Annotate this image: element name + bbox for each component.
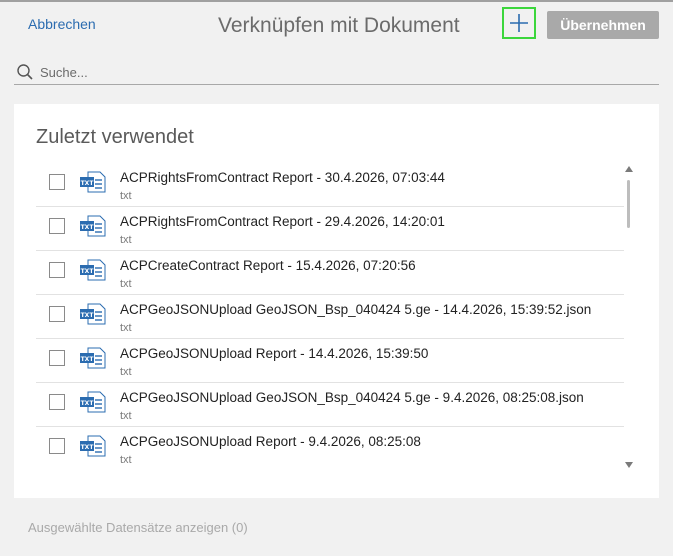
- search-bar: [14, 60, 659, 85]
- svg-text:TXT: TXT: [81, 444, 95, 451]
- item-title: ACPRightsFromContract Report - 30.4.2026…: [120, 170, 445, 185]
- top-divider: [0, 0, 673, 2]
- item-type: txt: [120, 410, 132, 422]
- item-title: ACPGeoJSONUpload GeoJSON_Bsp_040424 5.ge…: [120, 302, 592, 317]
- row-checkbox[interactable]: [49, 438, 65, 454]
- plus-icon: [510, 14, 528, 32]
- list-item[interactable]: TXT ACPRightsFromContract Report - 30.4.…: [36, 163, 624, 207]
- item-title: ACPCreateContract Report - 15.4.2026, 07…: [120, 258, 416, 273]
- txt-file-icon: TXT: [80, 347, 106, 369]
- txt-file-icon: TXT: [80, 303, 106, 325]
- item-type: txt: [120, 278, 132, 290]
- recent-panel: Zuletzt verwendet TXT ACPRightsFromContr…: [14, 104, 659, 498]
- txt-file-icon: TXT: [80, 259, 106, 281]
- svg-text:TXT: TXT: [81, 224, 95, 231]
- txt-file-icon: TXT: [80, 391, 106, 413]
- list-item[interactable]: TXT ACPGeoJSONUpload Report - 9.4.2026, …: [36, 427, 624, 471]
- txt-file-icon: TXT: [80, 215, 106, 237]
- section-title: Zuletzt verwendet: [36, 126, 194, 148]
- add-button[interactable]: [502, 7, 536, 39]
- txt-file-icon: TXT: [80, 435, 106, 457]
- txt-file-icon: TXT: [80, 171, 106, 193]
- list-item[interactable]: TXT ACPGeoJSONUpload Report - 14.4.2026,…: [36, 339, 624, 383]
- list-item[interactable]: TXT ACPGeoJSONUpload GeoJSON_Bsp_040424 …: [36, 295, 624, 339]
- scrollbar-thumb[interactable]: [627, 180, 630, 228]
- item-title: ACPGeoJSONUpload Report - 9.4.2026, 08:2…: [120, 434, 421, 449]
- dialog-title: Verknüpfen mit Dokument: [218, 14, 460, 37]
- item-title: ACPGeoJSONUpload Report - 14.4.2026, 15:…: [120, 346, 429, 361]
- row-checkbox[interactable]: [49, 394, 65, 410]
- scroll-up-arrow-icon[interactable]: [625, 166, 633, 172]
- list-item[interactable]: TXT ACPGeoJSONUpload GeoJSON_Bsp_040424 …: [36, 383, 624, 427]
- row-checkbox[interactable]: [49, 262, 65, 278]
- svg-text:TXT: TXT: [81, 356, 95, 363]
- svg-text:TXT: TXT: [81, 400, 95, 407]
- item-type: txt: [120, 234, 132, 246]
- item-type: txt: [120, 190, 132, 202]
- item-type: txt: [120, 366, 132, 378]
- item-title: ACPRightsFromContract Report - 29.4.2026…: [120, 214, 445, 229]
- svg-text:TXT: TXT: [81, 312, 95, 319]
- search-icon: [17, 64, 33, 80]
- scroll-down-arrow-icon[interactable]: [625, 462, 633, 468]
- svg-text:TXT: TXT: [81, 180, 95, 187]
- search-input[interactable]: [40, 64, 630, 80]
- recent-list: TXT ACPRightsFromContract Report - 30.4.…: [36, 163, 624, 471]
- row-checkbox[interactable]: [49, 306, 65, 322]
- item-title: ACPGeoJSONUpload GeoJSON_Bsp_040424 5.ge…: [120, 390, 584, 405]
- cancel-button[interactable]: Abbrechen: [28, 16, 96, 32]
- show-selected-link[interactable]: Ausgewählte Datensätze anzeigen (0): [28, 520, 248, 535]
- row-checkbox[interactable]: [49, 218, 65, 234]
- row-checkbox[interactable]: [49, 350, 65, 366]
- item-type: txt: [120, 454, 132, 466]
- apply-button[interactable]: Übernehmen: [547, 11, 659, 39]
- row-checkbox[interactable]: [49, 174, 65, 190]
- list-item[interactable]: TXT ACPCreateContract Report - 15.4.2026…: [36, 251, 624, 295]
- item-type: txt: [120, 322, 132, 334]
- list-item[interactable]: TXT ACPRightsFromContract Report - 29.4.…: [36, 207, 624, 251]
- svg-text:TXT: TXT: [81, 268, 95, 275]
